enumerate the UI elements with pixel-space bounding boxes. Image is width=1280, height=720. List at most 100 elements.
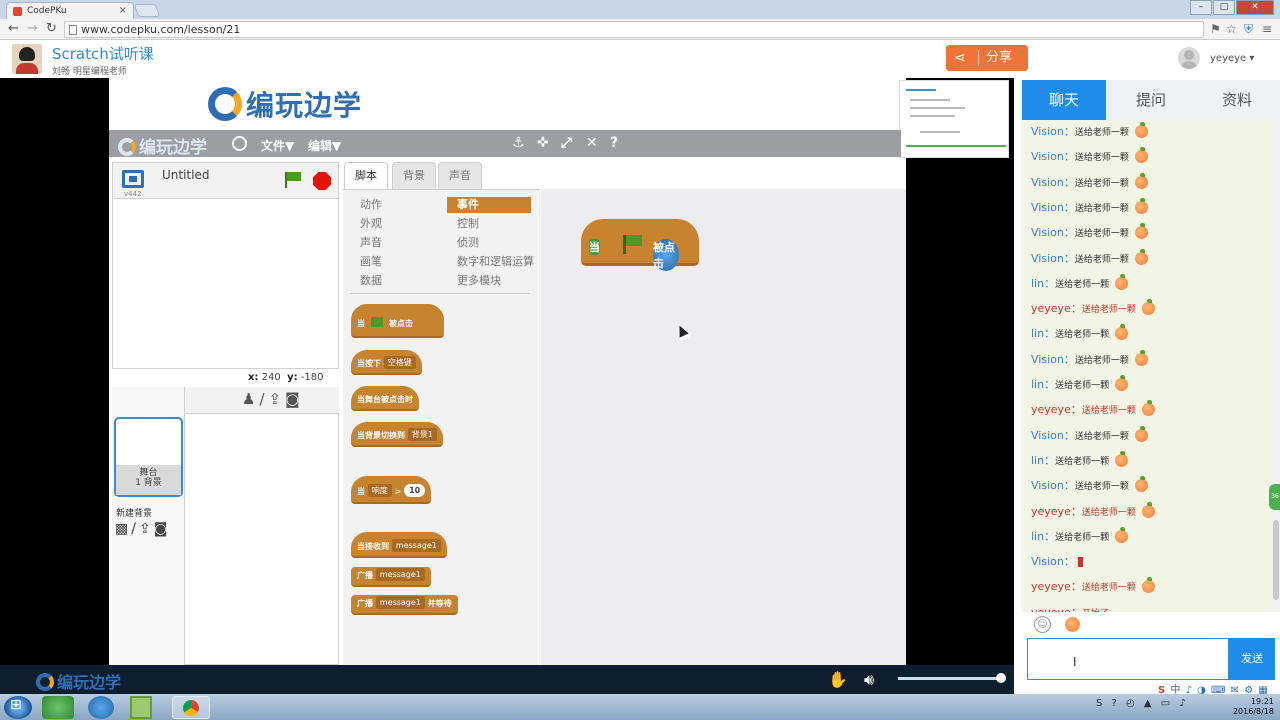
camera-icon[interactable]: ◙ bbox=[285, 390, 304, 408]
tab-sounds[interactable]: 声音 bbox=[438, 162, 482, 189]
category-more-blocks[interactable]: 更多模块 bbox=[449, 273, 501, 289]
taskbar-app-icon[interactable] bbox=[42, 696, 74, 719]
category-control[interactable]: 控制 bbox=[449, 216, 479, 232]
gift-peach-icon[interactable] bbox=[1065, 617, 1080, 632]
block-broadcast-and-wait[interactable]: 广播 message1 并等待 bbox=[351, 595, 458, 615]
tab-chat[interactable]: 聊天 bbox=[1022, 80, 1106, 120]
duplicate-tool-icon[interactable]: ⚓ bbox=[512, 135, 525, 151]
player-brand: 编玩边学 bbox=[36, 669, 121, 693]
edit-menu[interactable]: 编辑▼ bbox=[308, 137, 341, 154]
category-data[interactable]: 数据 bbox=[352, 273, 382, 289]
start-button[interactable] bbox=[4, 696, 32, 719]
bookmark-star-icon[interactable]: ☆ bbox=[1226, 22, 1237, 36]
category-pen[interactable]: 画笔 bbox=[352, 254, 382, 270]
chat-message: Vision：送给老师一颗 bbox=[1031, 425, 1148, 443]
menu-icon[interactable]: ≡ bbox=[1262, 22, 1272, 36]
chat-scrollbar[interactable] bbox=[1272, 120, 1280, 612]
maximize-button[interactable]: □ bbox=[1213, 0, 1235, 15]
key-dropdown[interactable]: 空格键 bbox=[383, 356, 416, 369]
message-dropdown[interactable]: message1 bbox=[391, 539, 441, 552]
forward-button[interactable]: → bbox=[27, 21, 38, 37]
minimize-button[interactable]: – bbox=[1190, 0, 1212, 15]
message-separator: ： bbox=[1063, 352, 1075, 366]
new-tab-button[interactable] bbox=[133, 4, 161, 17]
chat-messages[interactable]: Vision：送给老师一颗 Vision：送给老师一颗 Vision：送给老师一颗 V… bbox=[1021, 120, 1272, 612]
translate-icon[interactable]: ⚑ bbox=[1210, 22, 1221, 36]
fullscreen-icon[interactable] bbox=[122, 170, 144, 188]
block-when-receive[interactable]: 当接收到 message1 bbox=[351, 532, 447, 558]
script-when-flag-clicked[interactable]: 当 被点击 bbox=[581, 219, 699, 271]
share-button[interactable]: ⋖ 分享 bbox=[946, 45, 1028, 71]
notepad-icon[interactable] bbox=[130, 696, 152, 719]
tab-materials[interactable]: 资料 bbox=[1195, 80, 1279, 120]
browser-tab[interactable]: CodePKu × bbox=[6, 2, 134, 19]
slide-thumbnail[interactable] bbox=[899, 80, 1009, 158]
extension-shield-icon[interactable]: ⛨ bbox=[1244, 22, 1253, 37]
grow-tool-icon[interactable]: ⤢ bbox=[561, 135, 572, 151]
back-button[interactable]: ← bbox=[8, 21, 19, 37]
block-when-key-pressed[interactable]: 当按下 空格键 bbox=[351, 350, 422, 375]
close-window-button[interactable]: ✕ bbox=[1236, 0, 1274, 15]
category-looks[interactable]: 外观 bbox=[352, 216, 382, 232]
user-avatar[interactable] bbox=[1178, 47, 1200, 69]
sprite-library-icon[interactable]: ♟ bbox=[242, 390, 259, 408]
block-broadcast[interactable]: 广播 message1 bbox=[351, 567, 431, 587]
new-backdrop-label: 新建背景 bbox=[116, 509, 153, 519]
block-text: 当背景切换到 bbox=[357, 431, 405, 440]
block-when-flag-clicked[interactable]: 当 被点击 bbox=[351, 304, 444, 338]
sensor-value-input[interactable]: 10 bbox=[404, 484, 426, 497]
help-icon[interactable]: ? bbox=[610, 135, 618, 151]
chrome-browser-icon[interactable] bbox=[172, 696, 210, 719]
cut-tool-icon[interactable]: ✜ bbox=[537, 135, 549, 151]
url-bar[interactable]: www.codepku.com/lesson/21 bbox=[64, 21, 1204, 38]
block-when-sensor-greater[interactable]: 当 响度 > 10 bbox=[351, 476, 432, 504]
peach-gift-icon bbox=[1134, 476, 1148, 493]
raise-hand-icon[interactable]: ✋ bbox=[828, 670, 848, 689]
message-dropdown[interactable]: message1 bbox=[375, 568, 425, 581]
username-dropdown[interactable]: yeyeye ▾ bbox=[1210, 53, 1254, 64]
category-events[interactable]: 事件 bbox=[447, 197, 531, 213]
chat-message: yeyeye：送给老师一颗 bbox=[1031, 299, 1155, 316]
message-separator: ： bbox=[1044, 327, 1056, 341]
tab-close-icon[interactable]: × bbox=[119, 3, 127, 19]
camera-backdrop-icon[interactable]: ◙ bbox=[154, 521, 171, 537]
upload-backdrop-icon[interactable]: ⇪ bbox=[139, 521, 154, 537]
paint-backdrop-icon[interactable]: / bbox=[131, 521, 139, 537]
volume-slider[interactable] bbox=[898, 677, 1000, 680]
backdrop-dropdown[interactable]: 背景1 bbox=[407, 428, 437, 441]
system-clock[interactable]: 19:21 2016/8/18 bbox=[1220, 697, 1274, 717]
category-operators[interactable]: 数字和逻辑运算 bbox=[449, 254, 534, 270]
course-title: Scratch试听课 bbox=[52, 45, 154, 63]
shrink-tool-icon[interactable]: ✕ bbox=[586, 135, 598, 151]
brand-logo: 编玩边学 bbox=[208, 84, 362, 124]
tab-scripts[interactable]: 脚本 bbox=[344, 162, 388, 189]
sensor-dropdown[interactable]: 响度 bbox=[367, 484, 392, 497]
green-flag-icon[interactable] bbox=[283, 172, 301, 188]
block-when-stage-clicked[interactable]: 当舞台被点击时 bbox=[351, 386, 419, 411]
volume-knob[interactable] bbox=[996, 673, 1006, 683]
side-badge[interactable]: 36 bbox=[1269, 484, 1280, 510]
file-menu[interactable]: 文件▼ bbox=[261, 137, 294, 154]
block-when-backdrop-switches[interactable]: 当背景切换到 背景1 bbox=[351, 422, 443, 447]
category-sound[interactable]: 声音 bbox=[352, 235, 382, 251]
category-sensing[interactable]: 侦测 bbox=[449, 235, 479, 251]
reload-button[interactable]: ↻ bbox=[46, 21, 57, 37]
ie-browser-icon[interactable] bbox=[88, 696, 114, 719]
stage-thumbnail[interactable]: 舞台 1 背景 bbox=[114, 417, 183, 497]
emoji-smile-icon[interactable]: ☺ bbox=[1034, 616, 1051, 633]
message-dropdown[interactable]: message1 bbox=[375, 596, 425, 609]
send-button[interactable]: 发送 bbox=[1229, 638, 1275, 680]
backdrop-library-icon[interactable]: ▩ bbox=[115, 521, 131, 537]
paint-sprite-icon[interactable]: / bbox=[259, 390, 268, 408]
tab-questions[interactable]: 提问 bbox=[1109, 80, 1193, 120]
scrollbar-thumb[interactable] bbox=[1273, 520, 1279, 600]
chat-input[interactable] bbox=[1027, 638, 1229, 680]
category-motion[interactable]: 动作 bbox=[352, 197, 382, 213]
tab-backdrops[interactable]: 背景 bbox=[392, 162, 436, 189]
volume-icon[interactable]: 🔊︎ bbox=[864, 670, 874, 690]
language-globe-icon[interactable] bbox=[232, 136, 247, 151]
system-tray[interactable]: S ? ◴ ▲ ▭ ♪ bbox=[1096, 698, 1189, 709]
stop-sign-icon[interactable] bbox=[313, 172, 331, 190]
upload-sprite-icon[interactable]: ⇪ bbox=[269, 390, 286, 408]
project-name[interactable]: Untitled bbox=[162, 168, 209, 182]
